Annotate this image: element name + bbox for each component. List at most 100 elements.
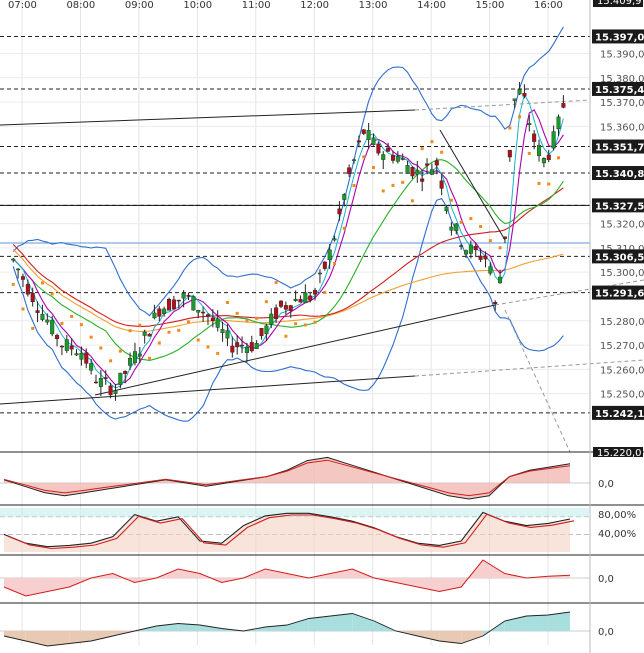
- candle-body: [167, 299, 172, 311]
- candle-body: [327, 249, 332, 261]
- candle-body: [30, 292, 35, 303]
- candle-body: [123, 371, 128, 374]
- chart-canvas: 07:00 08:00 09:00 10:00 11:00 12:00 13:00 14:00…: [0, 0, 644, 653]
- level-label: 15.375,4: [595, 85, 644, 96]
- candle-body: [259, 328, 264, 337]
- candle-body: [405, 165, 410, 174]
- candle-body: [293, 298, 298, 302]
- psar-dot: [498, 246, 502, 250]
- y-tick-label: 15.300,0: [600, 268, 644, 279]
- candle-body: [128, 358, 133, 366]
- candle-body: [439, 180, 444, 189]
- psar-dot: [294, 322, 298, 326]
- level-label: 15.340,8: [595, 169, 644, 180]
- psar-dot: [556, 156, 560, 160]
- psar-dot: [216, 351, 220, 355]
- candle-body: [132, 351, 137, 364]
- psar-dot: [235, 311, 239, 315]
- candle-body: [264, 325, 269, 335]
- psar-dot: [488, 239, 492, 243]
- candle-body: [16, 268, 21, 271]
- psar-dot: [118, 349, 122, 353]
- psar-dot: [313, 320, 317, 324]
- candle-body: [235, 342, 240, 348]
- psar-dot: [401, 180, 405, 184]
- psar-dot: [148, 356, 152, 360]
- level-label: 15.327,5: [595, 201, 644, 212]
- psar-dot: [440, 150, 444, 154]
- psar-dot: [537, 181, 541, 185]
- x-tick-label: 07:00: [8, 0, 37, 11]
- candle-body: [40, 313, 45, 320]
- candle-body: [449, 226, 454, 231]
- level-label: 15.291,6: [595, 289, 644, 300]
- psar-dot: [255, 316, 259, 320]
- psar-dot: [469, 217, 473, 221]
- candle-body: [347, 167, 352, 174]
- psar-dot: [410, 199, 414, 203]
- candle-body: [366, 130, 371, 140]
- candle-body: [298, 298, 303, 303]
- psar-dot: [109, 359, 113, 363]
- psar-dot: [479, 224, 483, 228]
- candle-body: [420, 178, 425, 182]
- candle-body: [425, 163, 430, 166]
- psar-dot: [352, 183, 356, 187]
- candle-body: [317, 272, 322, 275]
- candle-body: [434, 160, 439, 166]
- candle-body: [20, 276, 25, 280]
- x-tick-label: 15:00: [476, 0, 505, 11]
- candle-body: [493, 302, 498, 304]
- candle-body: [400, 158, 405, 160]
- clipped-top-label: 15.409,9: [597, 0, 642, 7]
- y-tick-label: 15.390,0: [600, 49, 644, 60]
- level-label: 15.397,0: [595, 32, 644, 43]
- y-tick-label: 15.320,0: [600, 220, 644, 231]
- candle-body: [59, 345, 64, 348]
- candle-body: [488, 266, 493, 274]
- candle-body: [342, 194, 347, 200]
- clipped-bottom-label: 15.220,0: [597, 448, 642, 459]
- psar-dot: [167, 330, 171, 334]
- candle-body: [459, 245, 464, 247]
- panel2-tick-label: 40,00%: [598, 529, 636, 540]
- candle-body: [361, 129, 366, 134]
- psar-dot: [459, 220, 463, 224]
- candle-body: [546, 154, 551, 161]
- candle-body: [532, 133, 537, 142]
- candle-body: [561, 103, 566, 108]
- candle-body: [79, 352, 84, 360]
- candle-body: [157, 308, 162, 317]
- candle-body: [556, 116, 561, 130]
- candle-body: [332, 238, 337, 241]
- candle-body: [322, 261, 327, 269]
- candle-body: [230, 345, 235, 353]
- psar-dot: [508, 126, 512, 130]
- psar-dot: [333, 261, 337, 265]
- y-tick-label: 15.260,0: [600, 365, 644, 376]
- candle-body: [537, 144, 542, 157]
- candle-body: [220, 329, 225, 334]
- candle-body: [478, 255, 483, 260]
- panel1-area: [4, 457, 570, 499]
- candle-body: [551, 131, 556, 149]
- candle-body: [171, 299, 176, 310]
- y-tick-label: 15.370,0: [600, 98, 644, 109]
- candle-body: [240, 344, 245, 347]
- x-tick-label: 13:00: [359, 0, 388, 11]
- candle-body: [278, 300, 283, 307]
- candle-body: [108, 385, 113, 396]
- panel2-tick-label: 80,00%: [598, 510, 636, 521]
- candle-body: [371, 137, 376, 146]
- panel4-area-seg: [4, 631, 26, 641]
- level-label: 15.242,1: [595, 409, 644, 420]
- psar-dot: [430, 140, 434, 144]
- candle-body: [25, 284, 30, 295]
- candle-body: [356, 140, 361, 143]
- psar-dot: [518, 115, 522, 119]
- candle-body: [283, 305, 288, 310]
- psar-dot: [362, 155, 366, 159]
- candle-body: [74, 353, 79, 356]
- candle-body: [162, 308, 167, 315]
- candle-body: [502, 236, 507, 239]
